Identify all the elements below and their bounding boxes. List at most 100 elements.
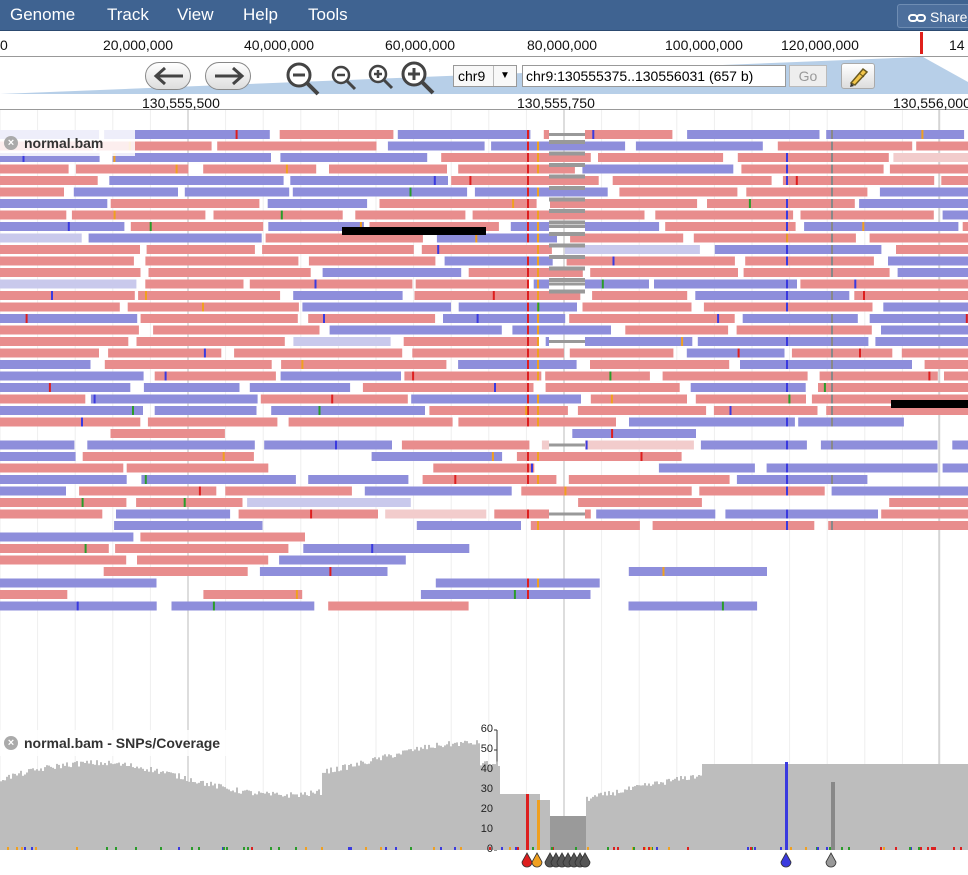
go-button[interactable]: Go [789, 65, 827, 87]
read [115, 544, 289, 553]
zoom-in-large-icon[interactable] [398, 58, 436, 96]
read-deletion [549, 163, 585, 167]
read [592, 291, 688, 300]
coverage-bar [804, 764, 806, 850]
coverage-bar [942, 764, 944, 850]
coverage-bar [608, 791, 610, 850]
read [385, 509, 487, 519]
read [103, 567, 248, 576]
coverage-bar [346, 769, 348, 850]
read [585, 509, 591, 519]
coverage-bar [344, 764, 346, 850]
read [942, 463, 968, 473]
coverage-bar [928, 764, 930, 850]
coverage-bar [916, 764, 918, 850]
read [303, 544, 470, 553]
coverage-bar [298, 797, 300, 850]
read-mismatch [831, 153, 833, 162]
read-mismatch [527, 141, 529, 151]
coverage-bar [666, 779, 668, 850]
coverage-bar [604, 791, 606, 850]
read [443, 314, 566, 323]
read-mismatch [527, 475, 529, 484]
read-mismatch [527, 417, 529, 427]
coverage-bar [276, 792, 278, 850]
coverage-bar [80, 761, 82, 850]
coverage-bar [26, 772, 28, 850]
menu-tools[interactable]: Tools [308, 5, 348, 25]
read-mismatch [527, 164, 529, 174]
read-deletion [549, 186, 585, 190]
read [0, 337, 129, 346]
read [262, 245, 414, 254]
read [292, 187, 468, 197]
zoom-out-small-icon[interactable] [330, 64, 358, 92]
read [87, 440, 255, 450]
read-mismatch [795, 176, 798, 185]
coverage-mismatch-tick [551, 847, 553, 850]
coverage-bar [530, 794, 532, 850]
coverage-bar [368, 763, 370, 850]
read [699, 486, 825, 496]
read [411, 394, 581, 404]
read [713, 406, 818, 415]
coverage-bar [686, 780, 688, 850]
read-mismatch [786, 440, 788, 450]
read [798, 417, 904, 427]
coverage-track-label[interactable]: × normal.bam - SNPs/Coverage [0, 730, 262, 756]
tracks-area[interactable]: × normal.bam × normal.bam - SNPs/Coverag… [0, 110, 968, 870]
coverage-bar [240, 793, 242, 850]
coverage-bar [846, 764, 848, 850]
pan-right-button[interactable] [205, 62, 251, 90]
menu-view[interactable]: View [177, 5, 214, 25]
coverage-bar [856, 764, 858, 850]
chromosome-overview[interactable]: 0 20,000,000 40,000,000 60,000,000 80,00… [0, 32, 968, 57]
coverage-bar [628, 786, 630, 850]
share-button[interactable]: Share [897, 4, 968, 28]
coverage-bar [150, 767, 152, 850]
coverage-bar [774, 764, 776, 850]
read [541, 440, 549, 450]
read [569, 348, 674, 358]
read [141, 475, 296, 484]
coverage-mismatch-tick [656, 847, 658, 850]
read-mismatch [786, 521, 788, 530]
menu-help[interactable]: Help [243, 5, 278, 25]
coverage-mismatch-tick [16, 847, 18, 850]
coverage-bar [586, 796, 588, 850]
read-mismatch [564, 486, 567, 496]
read [387, 141, 485, 151]
coverage-bar [404, 750, 406, 850]
overview-position-marker[interactable] [920, 32, 923, 54]
read [153, 325, 320, 335]
coverage-bar [376, 759, 378, 850]
coverage-bar [506, 794, 508, 850]
coverage-bar [288, 797, 290, 850]
highlight-button[interactable] [841, 63, 875, 89]
read-mismatch [527, 590, 529, 599]
zoom-in-small-icon[interactable] [367, 63, 395, 91]
read-mismatch [454, 475, 457, 484]
read [0, 245, 140, 254]
read-deletion [549, 289, 585, 294]
read-mismatch [323, 314, 325, 323]
tracks-canvas[interactable] [0, 110, 968, 870]
alignment-track-label[interactable]: × normal.bam [0, 130, 135, 156]
menu-track[interactable]: Track [107, 5, 149, 25]
coverage-mismatch-tick [380, 847, 382, 850]
left-arrow-icon [153, 66, 183, 86]
close-icon[interactable]: × [4, 136, 18, 150]
coverage-bar [776, 764, 778, 850]
location-input[interactable]: chr9:130555375..130556031 (657 b) [522, 65, 786, 87]
snp-marker-icon [780, 852, 792, 868]
coverage-bar [168, 772, 170, 850]
read-mismatch [831, 475, 833, 484]
coverage-bar [770, 764, 772, 850]
coverage-bar [102, 764, 104, 850]
close-icon[interactable]: × [4, 736, 18, 750]
coverage-bar [468, 743, 470, 850]
menu-genome[interactable]: Genome [10, 5, 75, 25]
pan-left-button[interactable] [145, 62, 191, 90]
chromosome-select[interactable]: chr9 ▼ [453, 65, 517, 87]
zoom-out-large-icon[interactable] [283, 59, 321, 97]
